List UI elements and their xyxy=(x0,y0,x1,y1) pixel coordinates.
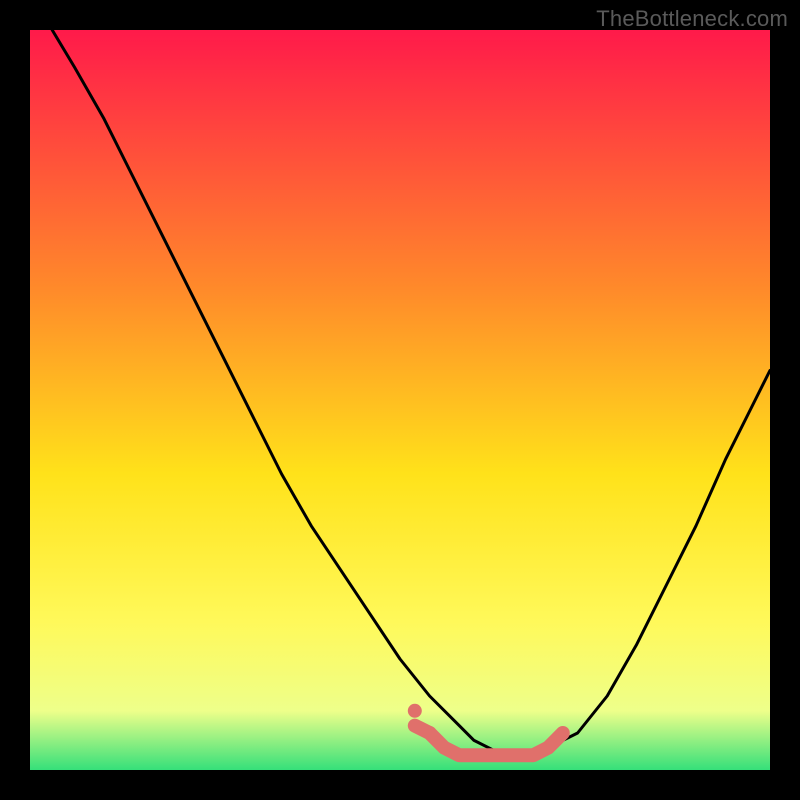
marker-dot-0 xyxy=(408,704,422,718)
curve-path xyxy=(52,30,770,755)
marker-dot-1 xyxy=(423,726,437,740)
chart-stage: TheBottleneck.com xyxy=(0,0,800,800)
bottleneck-curve xyxy=(52,30,770,755)
watermark-text: TheBottleneck.com xyxy=(596,6,788,32)
marker-path xyxy=(415,726,563,756)
plot-area xyxy=(30,30,770,770)
curve-layer xyxy=(30,30,770,770)
